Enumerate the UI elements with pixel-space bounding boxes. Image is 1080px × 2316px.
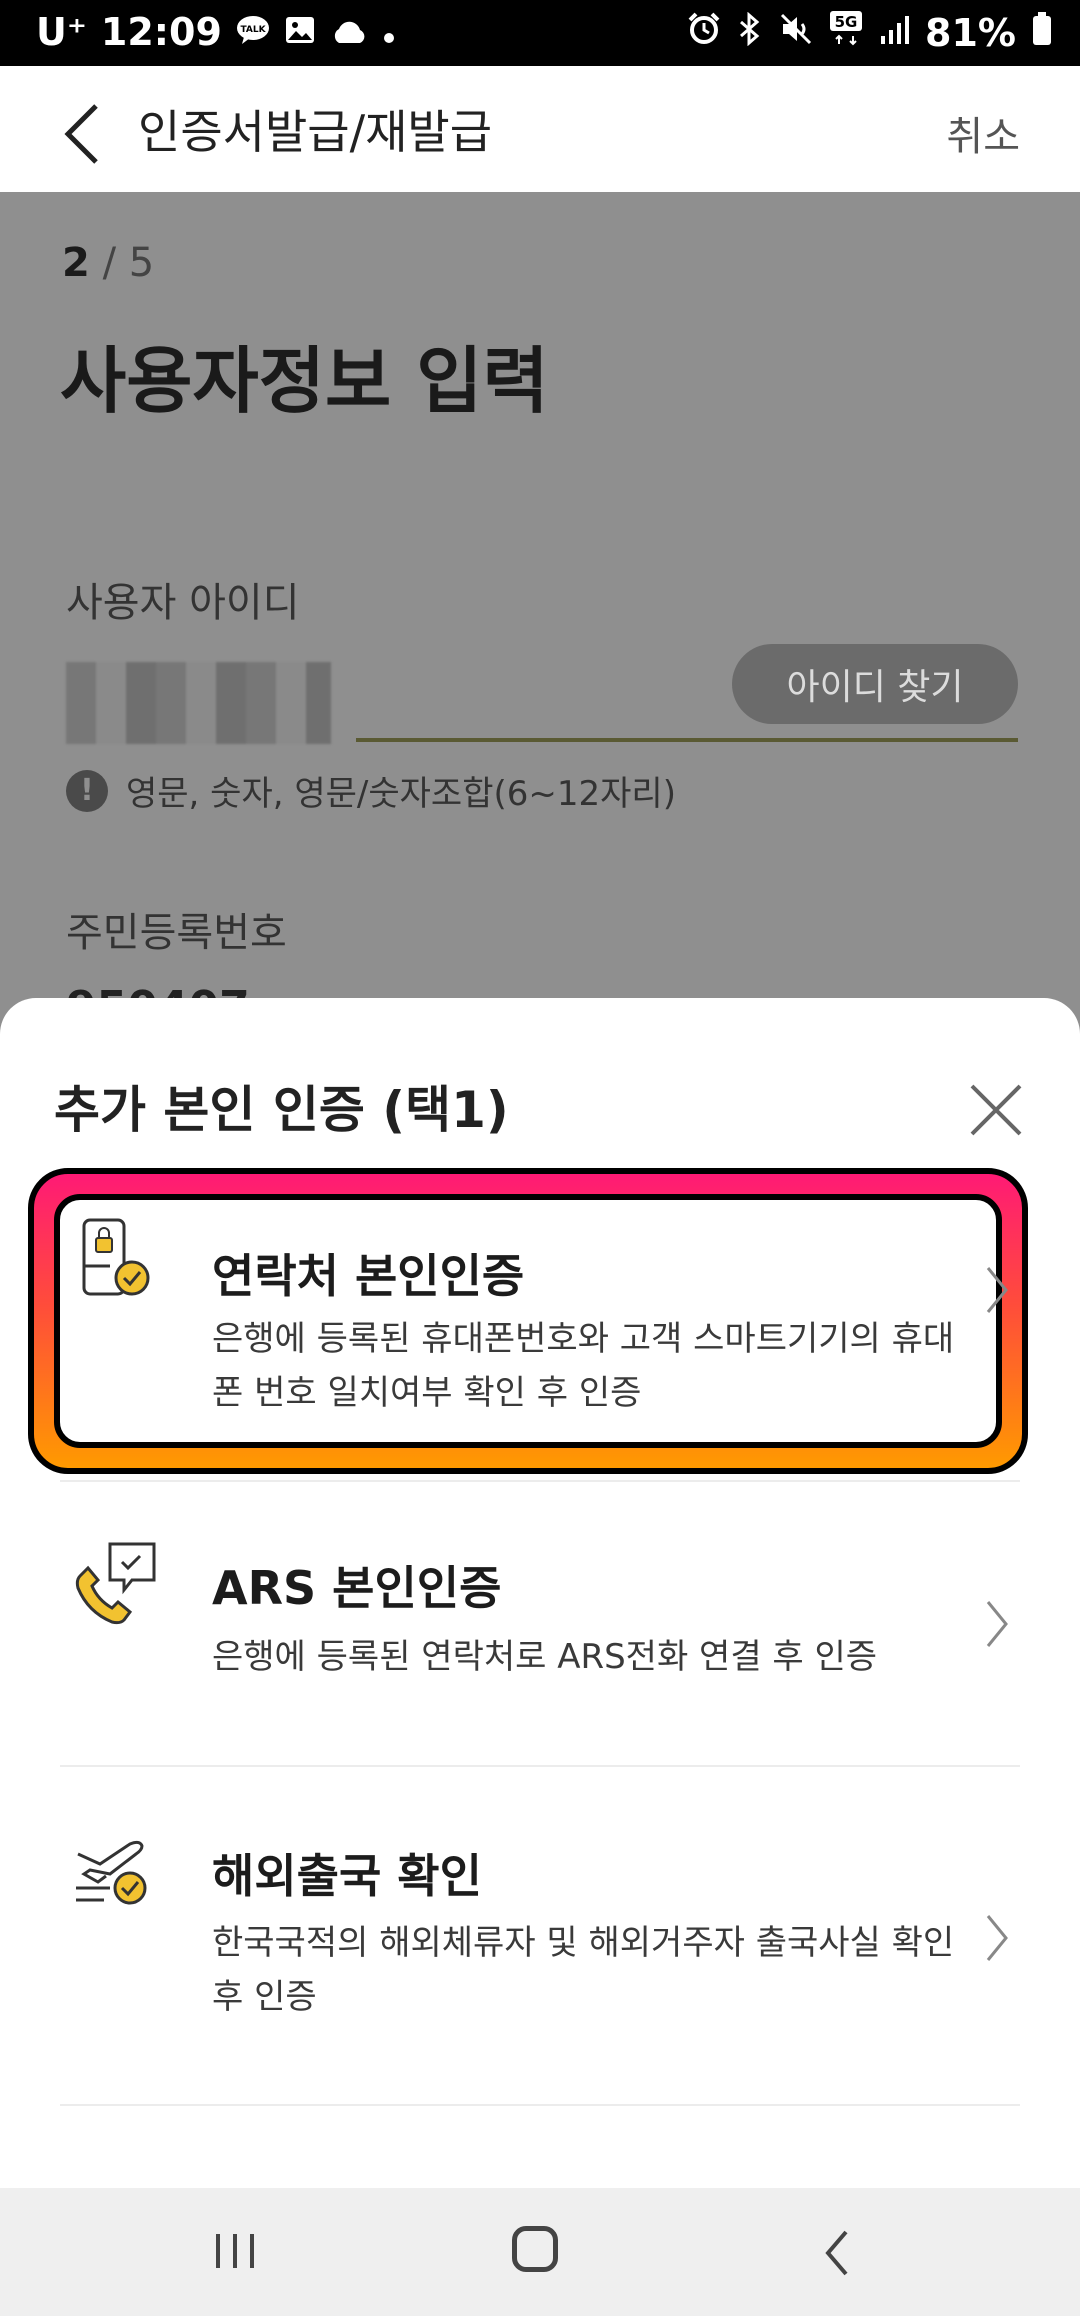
option-overseas-departure[interactable]: 해외출국 확인 한국국적의 해외체류자 및 해외거주자 출국사실 확인 후 인증 (40, 1824, 1020, 2064)
page-header-title: 인증서발급/재발급 (138, 105, 493, 159)
option-title: ARS 본인인증 (212, 1561, 502, 1615)
option-title: 해외출국 확인 (212, 1849, 482, 1903)
step-total: / 5 (102, 240, 155, 286)
user-id-underline (356, 738, 1018, 742)
network-label: 5G (835, 13, 858, 31)
battery-percent: 81% (925, 10, 1016, 55)
back-icon (825, 2230, 848, 2276)
page-title: 사용자정보 입력 (60, 339, 549, 423)
chevron-right-icon (986, 1267, 1008, 1313)
user-id-hint: ! 영문, 숫자, 영문/숫자조합(6~12자리) (66, 766, 676, 815)
carrier-label: U⁺ (36, 10, 87, 54)
dot-icon (382, 10, 396, 54)
option-description: 은행에 등록된 휴대폰번호와 고객 스마트기기의 휴대폰 번호 일치여부 확인 … (212, 1319, 955, 1413)
plane-check-icon (70, 1824, 160, 1914)
chevron-right-icon (986, 1915, 1008, 1961)
close-button[interactable] (966, 1080, 1026, 1140)
cloud-icon (330, 10, 368, 54)
signal-icon (879, 11, 910, 55)
option-contact-auth[interactable]: 연락처 본인인증 은행에 등록된 휴대폰번호와 고객 스마트기기의 휴대폰 번호… (40, 1208, 1020, 1448)
option-description: 한국국적의 해외체류자 및 해외거주자 출국사실 확인 후 인증 (212, 1923, 955, 2017)
chevron-right-icon (986, 1601, 1008, 1647)
image-icon (284, 10, 316, 54)
app-header: 인증서발급/재발급 취소 (0, 66, 1080, 192)
option-description: 은행에 등록된 연락처로 ARS전화 연결 후 인증 (212, 1637, 878, 1677)
phone-chat-icon (70, 1538, 160, 1628)
sheet-title: 추가 본인 인증 (택1) (54, 1081, 509, 1139)
5g-icon: 5G (829, 10, 863, 55)
cancel-button[interactable]: 취소 (946, 104, 1020, 162)
step-current: 2 (62, 240, 90, 286)
system-back-button[interactable] (822, 2228, 852, 2278)
divider (60, 1765, 1020, 1767)
svg-text:TALK: TALK (240, 25, 266, 35)
status-bar: U⁺ 12:09 TALK 5G 81% (0, 0, 1080, 66)
recent-apps-icon (216, 2234, 254, 2268)
bluetooth-icon (737, 11, 763, 55)
user-id-hint-text: 영문, 숫자, 영문/숫자조합(6~12자리) (126, 774, 676, 814)
back-arrow-icon (64, 104, 98, 164)
home-button[interactable] (512, 2226, 558, 2272)
battery-icon (1032, 11, 1052, 55)
info-icon: ! (66, 769, 108, 812)
clock: 12:09 (100, 10, 222, 54)
divider (60, 2104, 1020, 2106)
user-id-field-blurred[interactable] (66, 662, 331, 744)
phone-lock-check-icon (70, 1216, 160, 1306)
auth-method-sheet: 추가 본인 인증 (택1) 연락처 본인인증 은행에 등록된 휴대폰번호와 고객… (0, 998, 1080, 2188)
find-id-button[interactable]: 아이디 찾기 (732, 644, 1018, 724)
back-button[interactable] (56, 98, 116, 168)
system-nav-bar (0, 2188, 1080, 2316)
option-title: 연락처 본인인증 (212, 1249, 525, 1303)
talk-icon: TALK (236, 10, 270, 54)
alarm-icon (687, 11, 721, 55)
step-indicator: 2 / 5 (62, 240, 154, 286)
close-icon (970, 1084, 1022, 1136)
recent-apps-button[interactable] (212, 2230, 258, 2272)
divider (60, 1480, 1020, 1482)
option-ars-auth[interactable]: ARS 본인인증 은행에 등록된 연락처로 ARS전화 연결 후 인증 (40, 1538, 1020, 1738)
rrn-label: 주민등록번호 (66, 910, 287, 956)
mute-icon (779, 11, 813, 55)
user-id-label: 사용자 아이디 (66, 580, 300, 626)
